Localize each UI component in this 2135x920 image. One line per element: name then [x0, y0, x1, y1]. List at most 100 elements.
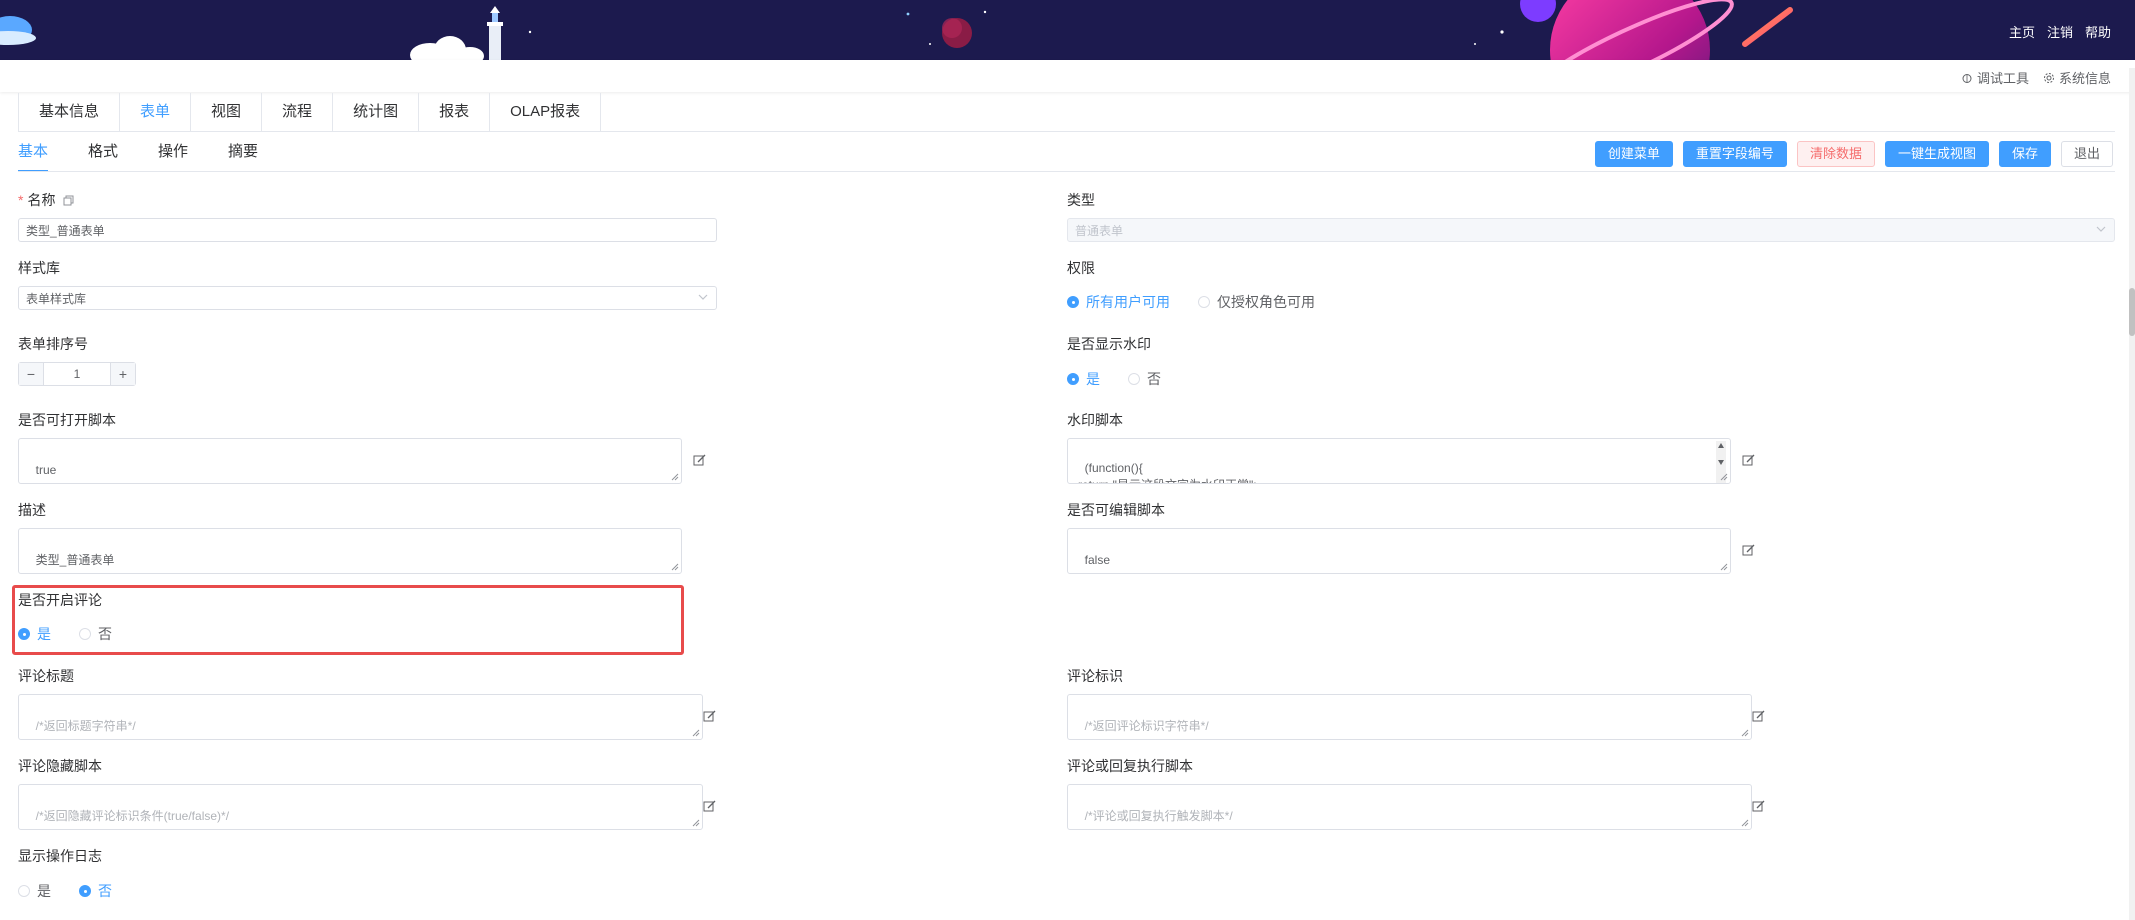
sub-tabs: 基本 格式 操作 摘要 [18, 140, 258, 172]
watermark-yes[interactable]: 是 [1067, 369, 1100, 389]
radio-label: 是 [1086, 371, 1100, 387]
debug-tool-label: 调试工具 [1976, 71, 2029, 86]
top-links: 主页 注销 帮助 [2009, 22, 2111, 41]
edit-icon[interactable] [1742, 544, 1755, 557]
decrement-button[interactable]: − [19, 363, 44, 385]
editable-script-value: false [1084, 553, 1111, 567]
comment-hide-label: 评论隐藏脚本 [18, 758, 102, 774]
resize-grip-icon[interactable] [1720, 473, 1728, 481]
radio-label: 否 [1147, 371, 1161, 387]
permission-all-users[interactable]: 所有用户可用 [1067, 292, 1170, 312]
comment-exec-textarea[interactable]: /*评论或回复执行触发脚本*/ [1067, 784, 1752, 830]
radio-dot [1067, 373, 1079, 385]
open-script-textarea[interactable]: true [18, 438, 682, 484]
comment-title-textarea[interactable]: /*返回标题字符串*/ [18, 694, 703, 740]
style-lib-value: 表单样式库 [26, 292, 87, 306]
generate-view-button[interactable]: 一键生成视图 [1884, 141, 1989, 167]
system-info-label: 系统信息 [2058, 71, 2111, 86]
edit-icon[interactable] [703, 800, 716, 813]
edit-icon[interactable] [1742, 454, 1755, 467]
permission-radio-group: 所有用户可用 仅授权角色可用 [1067, 292, 1315, 312]
resize-grip-icon[interactable] [1720, 563, 1728, 571]
increment-button[interactable]: + [110, 363, 135, 385]
page-scrollbar[interactable] [2129, 68, 2135, 920]
name-label: * 名称 [18, 190, 74, 210]
resize-grip-icon[interactable] [692, 729, 700, 737]
help-link[interactable]: 帮助 [2085, 22, 2111, 41]
show-log-label: 显示操作日志 [18, 848, 102, 864]
sort-value[interactable]: 1 [44, 363, 110, 385]
clear-data-button[interactable]: 清除数据 [1796, 141, 1875, 167]
save-button[interactable]: 保存 [1998, 141, 2051, 167]
tab-report[interactable]: 报表 [419, 93, 491, 131]
sort-label: 表单排序号 [18, 336, 88, 352]
gear-icon [2043, 72, 2054, 83]
type-label: 类型 [1067, 192, 1095, 208]
name-input[interactable]: 类型_普通表单 [18, 218, 717, 242]
reset-field-numbers-button[interactable]: 重置字段编号 [1682, 141, 1787, 167]
tool-links: 调试工具 系统信息 [1961, 68, 2111, 87]
editable-script-label: 是否可编辑脚本 [1067, 502, 1165, 518]
bug-icon [1962, 73, 1972, 83]
system-info-link[interactable]: 系统信息 [2043, 68, 2111, 87]
radio-dot [79, 885, 91, 897]
tab-form[interactable]: 表单 [120, 93, 192, 131]
editable-script-textarea[interactable]: false [1067, 528, 1731, 574]
comment-id-textarea[interactable]: /*返回评论标识字符串*/ [1067, 694, 1752, 740]
copy-icon[interactable] [63, 195, 74, 206]
logout-link[interactable]: 注销 [2047, 22, 2073, 41]
show-log-yes[interactable]: 是 [18, 881, 51, 901]
edit-icon[interactable] [703, 710, 716, 723]
resize-grip-icon[interactable] [671, 473, 679, 481]
desc-textarea[interactable]: 类型_普通表单 [18, 528, 682, 574]
subtab-summary[interactable]: 摘要 [228, 140, 258, 172]
comment-exec-placeholder: /*评论或回复执行触发脚本*/ [1084, 809, 1233, 823]
tabs-divider [18, 131, 2115, 132]
comment-hide-textarea[interactable]: /*返回隐藏评论标识条件(true/false)*/ [18, 784, 703, 830]
permission-label: 权限 [1067, 260, 1095, 276]
home-link[interactable]: 主页 [2009, 22, 2035, 41]
subtab-format[interactable]: 格式 [88, 140, 118, 172]
sort-stepper[interactable]: − 1 + [18, 362, 136, 386]
watermark-script-label: 水印脚本 [1067, 412, 1123, 428]
required-mark: * [18, 192, 24, 208]
type-select: 普通表单 [1067, 218, 2115, 242]
watermark-script-textarea[interactable]: (function(){ return "显示这段文字为水印正常"; }) [1067, 438, 1731, 484]
show-log-no[interactable]: 否 [79, 881, 112, 901]
watermark-label: 是否显示水印 [1067, 336, 1151, 352]
subtabs-divider [18, 171, 2115, 172]
edit-icon[interactable] [1752, 710, 1765, 723]
chevron-down-icon [2096, 226, 2106, 232]
resize-grip-icon[interactable] [671, 563, 679, 571]
resize-grip-icon[interactable] [1741, 819, 1749, 827]
tab-view[interactable]: 视图 [191, 93, 263, 131]
tab-chart[interactable]: 统计图 [333, 93, 420, 131]
subtab-basic[interactable]: 基本 [18, 140, 49, 172]
tab-flow[interactable]: 流程 [262, 93, 334, 131]
comment-title-label: 评论标题 [18, 668, 74, 684]
comment-title-placeholder: /*返回标题字符串*/ [35, 719, 136, 733]
desc-value: 类型_普通表单 [35, 553, 115, 567]
create-menu-button[interactable]: 创建菜单 [1594, 141, 1673, 167]
radio-label: 所有用户可用 [1086, 294, 1170, 310]
watermark-no[interactable]: 否 [1128, 369, 1161, 389]
page-scrollbar-thumb[interactable] [2129, 288, 2135, 336]
tab-olap-report[interactable]: OLAP报表 [490, 93, 600, 131]
resize-grip-icon[interactable] [1741, 729, 1749, 737]
style-lib-select[interactable]: 表单样式库 [18, 286, 717, 310]
radio-label: 否 [98, 883, 112, 899]
exit-button[interactable]: 退出 [2060, 141, 2113, 167]
name-label-text: 名称 [27, 192, 56, 208]
chevron-down-icon [698, 294, 708, 300]
debug-tool-link[interactable]: 调试工具 [1961, 68, 2029, 87]
action-buttons: 创建菜单 重置字段编号 清除数据 一键生成视图 保存 退出 [1594, 141, 2113, 167]
radio-dot [1128, 373, 1140, 385]
subtab-operation[interactable]: 操作 [158, 140, 188, 172]
edit-icon[interactable] [693, 454, 706, 467]
resize-grip-icon[interactable] [692, 819, 700, 827]
comment-id-placeholder: /*返回评论标识字符串*/ [1084, 719, 1209, 733]
edit-icon[interactable] [1752, 800, 1765, 813]
watermark-script-value: (function(){ return "显示这段文字为水印正常"; }) [1078, 461, 1257, 483]
permission-authorized-roles[interactable]: 仅授权角色可用 [1198, 292, 1315, 312]
tab-basic-info[interactable]: 基本信息 [19, 93, 121, 131]
